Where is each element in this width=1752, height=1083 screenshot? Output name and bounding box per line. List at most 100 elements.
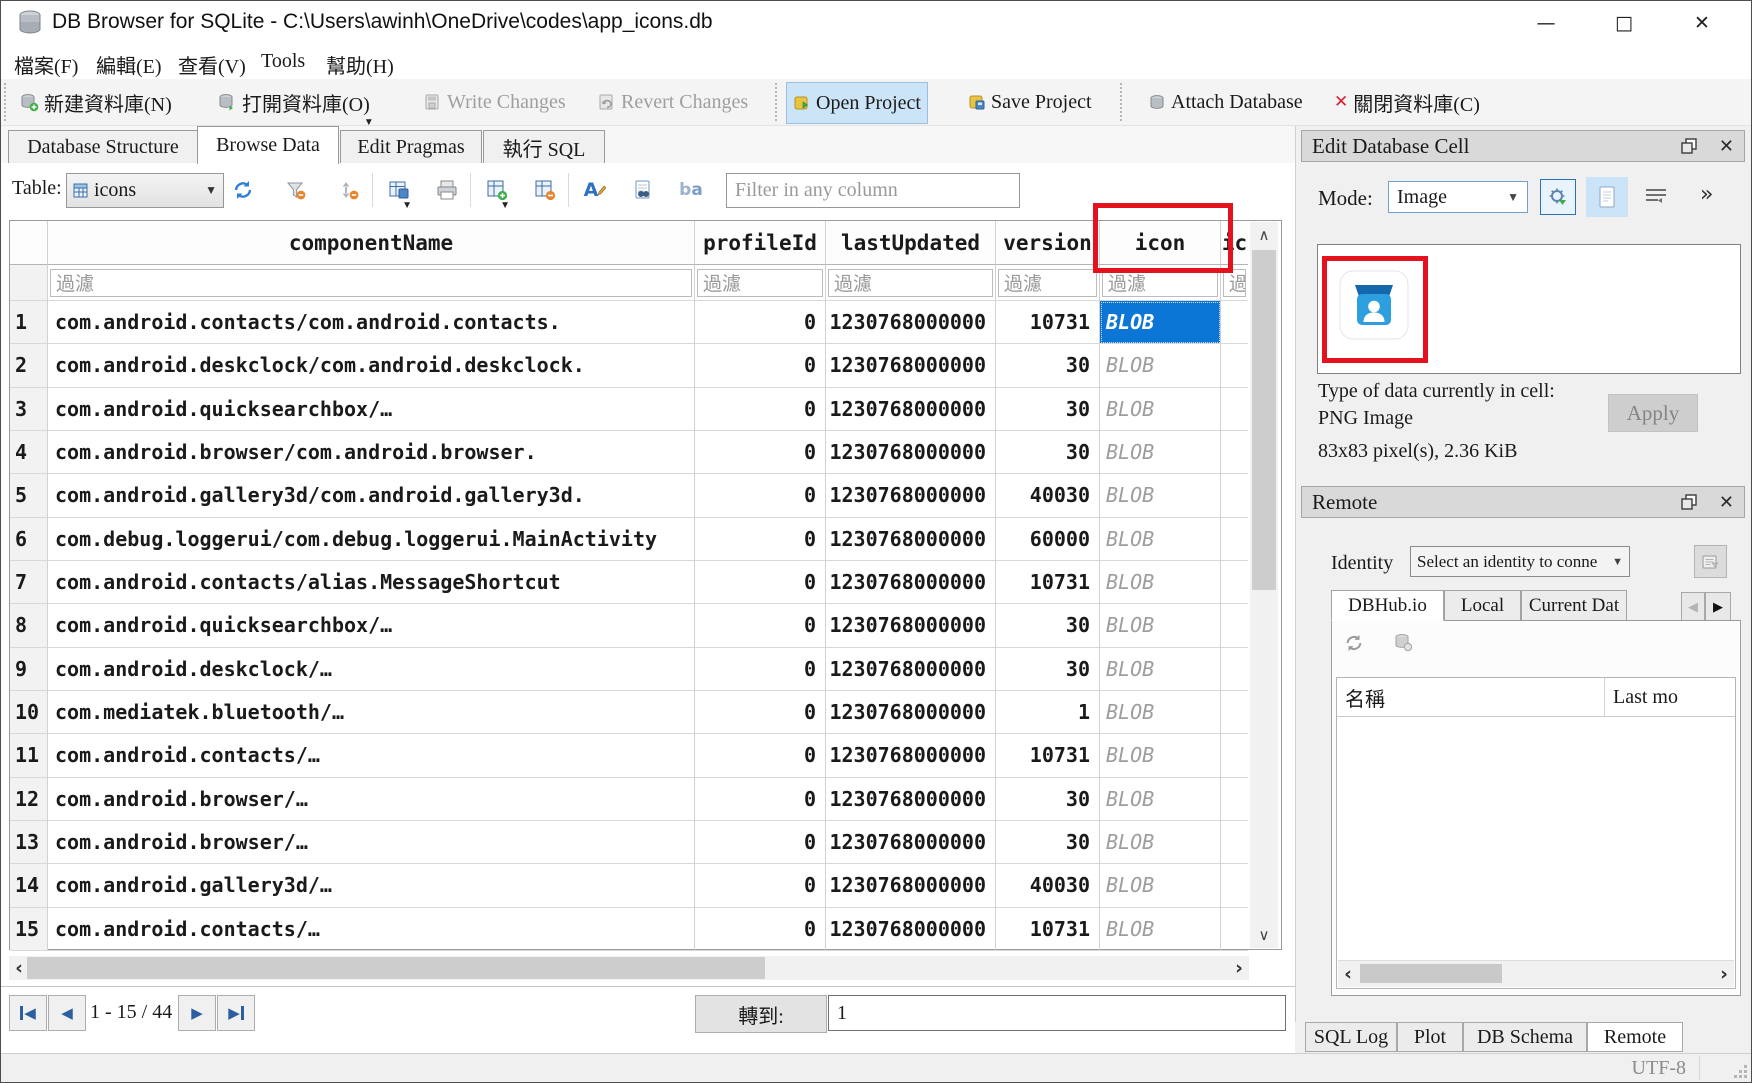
- cell-icon[interactable]: BLOB: [1100, 301, 1221, 344]
- cell-icon[interactable]: BLOB: [1100, 561, 1221, 604]
- cell-version[interactable]: 30: [996, 604, 1100, 647]
- close-database-button[interactable]: ✕ 關閉資料庫(C): [1328, 82, 1486, 122]
- toolbar-grip[interactable]: [1120, 83, 1122, 121]
- revert-changes-button[interactable]: Revert Changes: [592, 82, 754, 122]
- cell-partial[interactable]: [1221, 561, 1248, 604]
- cell-partial[interactable]: [1221, 431, 1248, 474]
- menu-help[interactable]: 幫助(H): [322, 50, 398, 76]
- resize-grip[interactable]: [1734, 1065, 1748, 1079]
- cell-lastUpdated[interactable]: 1230768000000: [826, 908, 996, 951]
- filter-any-column-input[interactable]: Filter in any column: [726, 173, 1020, 208]
- edit-font-button[interactable]: A: [580, 175, 610, 205]
- cell-profileId[interactable]: 0: [695, 561, 826, 604]
- cell-version[interactable]: 30: [996, 344, 1100, 387]
- cell-version[interactable]: 30: [996, 778, 1100, 821]
- cell-lastUpdated[interactable]: 1230768000000: [826, 344, 996, 387]
- cell-partial[interactable]: [1221, 778, 1248, 821]
- insert-record-dropdown-arrow[interactable]: ▼: [500, 200, 510, 211]
- table-selector[interactable]: icons ▼: [66, 173, 224, 208]
- cell-version[interactable]: 30: [996, 821, 1100, 864]
- cell-version[interactable]: 1: [996, 691, 1100, 734]
- cell-componentName[interactable]: com.android.contacts/alias.MessageShortc…: [48, 561, 695, 604]
- cell-lastUpdated[interactable]: 1230768000000: [826, 518, 996, 561]
- filter-funnel-button[interactable]: [281, 175, 311, 205]
- cell-lastUpdated[interactable]: 1230768000000: [826, 431, 996, 474]
- menu-file[interactable]: 檔案(F): [10, 50, 82, 76]
- column-header-componentName[interactable]: componentName: [48, 221, 695, 265]
- cell-componentName[interactable]: com.android.browser/…: [48, 821, 695, 864]
- cell-lastUpdated[interactable]: 1230768000000: [826, 734, 996, 777]
- remote-horizontal-scrollbar[interactable]: ‹ ›: [1338, 960, 1734, 987]
- cell-partial[interactable]: [1221, 301, 1248, 344]
- cell-profileId[interactable]: 0: [695, 691, 826, 734]
- remote-scrollbar-thumb[interactable]: [1360, 964, 1502, 983]
- cell-profileId[interactable]: 0: [695, 388, 826, 431]
- cell-componentName[interactable]: com.debug.loggerui/com.debug.loggerui.Ma…: [48, 518, 695, 561]
- grid-vertical-scrollbar[interactable]: ∧ ∨: [1250, 222, 1278, 948]
- cell-componentName[interactable]: com.android.quicksearchbox/…: [48, 388, 695, 431]
- corner-header-cell[interactable]: [10, 221, 48, 265]
- cell-version[interactable]: 10731: [996, 561, 1100, 604]
- tab-remote[interactable]: Remote: [1587, 1022, 1683, 1052]
- cell-profileId[interactable]: 0: [695, 344, 826, 387]
- word-wrap-icon[interactable]: [1644, 187, 1668, 205]
- last-page-button[interactable]: ▶: [217, 995, 255, 1031]
- cell-partial[interactable]: [1221, 604, 1248, 647]
- cell-version[interactable]: 10731: [996, 908, 1100, 951]
- toolbar-grip[interactable]: [775, 83, 777, 121]
- tab-sql-log[interactable]: SQL Log: [1305, 1022, 1397, 1052]
- cell-icon[interactable]: BLOB: [1100, 821, 1221, 864]
- cell-version[interactable]: 30: [996, 431, 1100, 474]
- float-panel-icon[interactable]: [1681, 138, 1697, 154]
- tab-plot[interactable]: Plot: [1397, 1022, 1463, 1052]
- cell-profileId[interactable]: 0: [695, 908, 826, 951]
- goto-record-input[interactable]: 1: [828, 995, 1286, 1031]
- goto-button[interactable]: 轉到:: [695, 995, 827, 1033]
- tab-scroll-right-button[interactable]: ▶: [1705, 592, 1731, 622]
- remote-tab-local[interactable]: Local: [1444, 590, 1521, 621]
- cell-icon[interactable]: BLOB: [1100, 431, 1221, 474]
- cell-partial[interactable]: [1221, 734, 1248, 777]
- cell-lastUpdated[interactable]: 1230768000000: [826, 821, 996, 864]
- cell-icon[interactable]: BLOB: [1100, 691, 1221, 734]
- tab-scroll-left-button[interactable]: ◀: [1681, 592, 1705, 622]
- cell-componentName[interactable]: com.android.gallery3d/…: [48, 864, 695, 907]
- cell-partial[interactable]: [1221, 908, 1248, 951]
- cell-componentName[interactable]: com.android.contacts/com.android.contact…: [48, 301, 695, 344]
- filter-cell[interactable]: 過濾: [996, 265, 1100, 301]
- tab-edit-pragmas[interactable]: Edit Pragmas: [340, 130, 482, 163]
- cell-lastUpdated[interactable]: 1230768000000: [826, 604, 996, 647]
- cell-version[interactable]: 40030: [996, 474, 1100, 517]
- cell-profileId[interactable]: 0: [695, 474, 826, 517]
- identity-settings-button[interactable]: [1694, 545, 1727, 578]
- cell-partial[interactable]: [1221, 474, 1248, 517]
- scroll-right-icon[interactable]: ›: [1229, 956, 1249, 980]
- cell-lastUpdated[interactable]: 1230768000000: [826, 778, 996, 821]
- cell-lastUpdated[interactable]: 1230768000000: [826, 301, 996, 344]
- save-record-dropdown-arrow[interactable]: ▼: [402, 200, 412, 211]
- minimize-button[interactable]: —: [1515, 2, 1577, 44]
- new-database-button[interactable]: 新建資料庫(N): [14, 82, 178, 122]
- cell-icon[interactable]: BLOB: [1100, 518, 1221, 561]
- remote-column-last-modified[interactable]: Last mo: [1605, 686, 1678, 709]
- scroll-up-icon[interactable]: ∧: [1250, 222, 1278, 248]
- close-button[interactable]: ✕: [1671, 2, 1733, 44]
- cell-version[interactable]: 60000: [996, 518, 1100, 561]
- tab-database-structure[interactable]: Database Structure: [8, 130, 198, 163]
- cell-lastUpdated[interactable]: 1230768000000: [826, 561, 996, 604]
- close-panel-icon[interactable]: ✕: [1719, 492, 1734, 513]
- cell-componentName[interactable]: com.android.browser/com.android.browser.: [48, 431, 695, 474]
- cell-profileId[interactable]: 0: [695, 648, 826, 691]
- text-view-button[interactable]: [1586, 177, 1628, 217]
- remote-column-name[interactable]: 名稱: [1337, 678, 1605, 716]
- more-tools-icon[interactable]: »: [1700, 182, 1713, 207]
- cell-lastUpdated[interactable]: 1230768000000: [826, 388, 996, 431]
- cell-icon[interactable]: BLOB: [1100, 734, 1221, 777]
- cell-partial[interactable]: [1221, 648, 1248, 691]
- remote-tab-current-database[interactable]: Current Dat: [1521, 590, 1627, 621]
- cell-componentName[interactable]: com.android.quicksearchbox/…: [48, 604, 695, 647]
- previous-page-button[interactable]: ◀: [48, 995, 86, 1031]
- save-record-button[interactable]: ▼: [384, 175, 414, 205]
- cell-icon[interactable]: BLOB: [1100, 908, 1221, 951]
- find-in-table-button[interactable]: [628, 175, 658, 205]
